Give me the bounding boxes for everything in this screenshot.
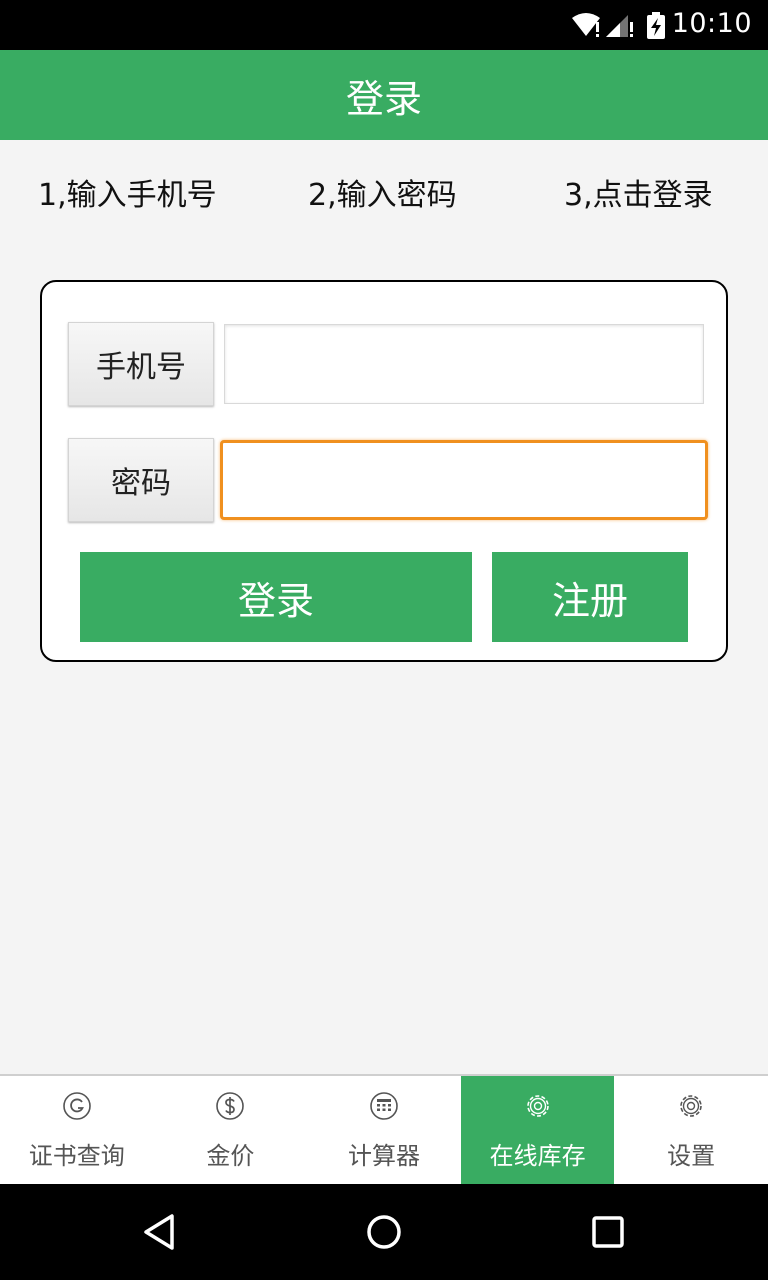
- back-button[interactable]: [130, 1202, 190, 1262]
- calculator-icon: [370, 1092, 398, 1120]
- password-input[interactable]: [220, 440, 708, 520]
- login-button[interactable]: 登录: [80, 552, 472, 642]
- tab-label: 在线库存: [489, 1142, 586, 1170]
- tab-settings[interactable]: 设置: [614, 1076, 768, 1184]
- password-label: 密码: [68, 438, 214, 522]
- gear-icon: [526, 1095, 549, 1117]
- app-bar: 登录: [0, 50, 768, 140]
- login-card: 手机号 密码 登录 注册: [40, 280, 728, 662]
- status-time: 10:10: [671, 8, 752, 39]
- tab-calculator[interactable]: 计算器: [307, 1076, 461, 1184]
- recents-square-icon: [592, 1216, 624, 1248]
- phone-label: 手机号: [68, 322, 214, 406]
- battery-icon: [647, 12, 665, 39]
- recents-button[interactable]: [578, 1202, 638, 1262]
- step-2-text: 2,输入密码: [308, 178, 457, 213]
- tab-gold-price[interactable]: 金价: [154, 1076, 308, 1184]
- page-title: 登录: [345, 76, 422, 121]
- home-circle-icon: [367, 1215, 401, 1249]
- gear-icon: [680, 1095, 702, 1117]
- certificate-g-icon: [62, 1092, 91, 1120]
- step-1-text: 1,输入手机号: [38, 178, 217, 213]
- tab-online-inventory[interactable]: 在线库存: [460, 1076, 615, 1184]
- login-steps: 1,输入手机号 2,输入密码 3,点击登录: [0, 140, 768, 244]
- status-icons: [572, 12, 665, 39]
- tab-label: 设置: [667, 1142, 716, 1170]
- system-nav-bar: [0, 1184, 768, 1280]
- home-button[interactable]: [354, 1202, 414, 1262]
- tab-label: 证书查询: [28, 1142, 125, 1170]
- bottom-tab-bar: 证书查询 金价 计算器 在线库存 设置: [0, 1074, 768, 1184]
- tab-certificate-query[interactable]: 证书查询: [0, 1076, 154, 1184]
- wifi-icon: [572, 13, 600, 37]
- step-3-text: 3,点击登录: [564, 178, 713, 213]
- dollar-icon: [216, 1092, 245, 1120]
- phone-input[interactable]: [224, 324, 704, 404]
- signal-icon: [606, 15, 633, 37]
- register-button[interactable]: 注册: [492, 552, 688, 642]
- tab-label: 金价: [206, 1142, 255, 1170]
- back-triangle-icon: [144, 1214, 174, 1250]
- status-bar: 10:10: [0, 0, 768, 50]
- tab-label: 计算器: [347, 1142, 420, 1170]
